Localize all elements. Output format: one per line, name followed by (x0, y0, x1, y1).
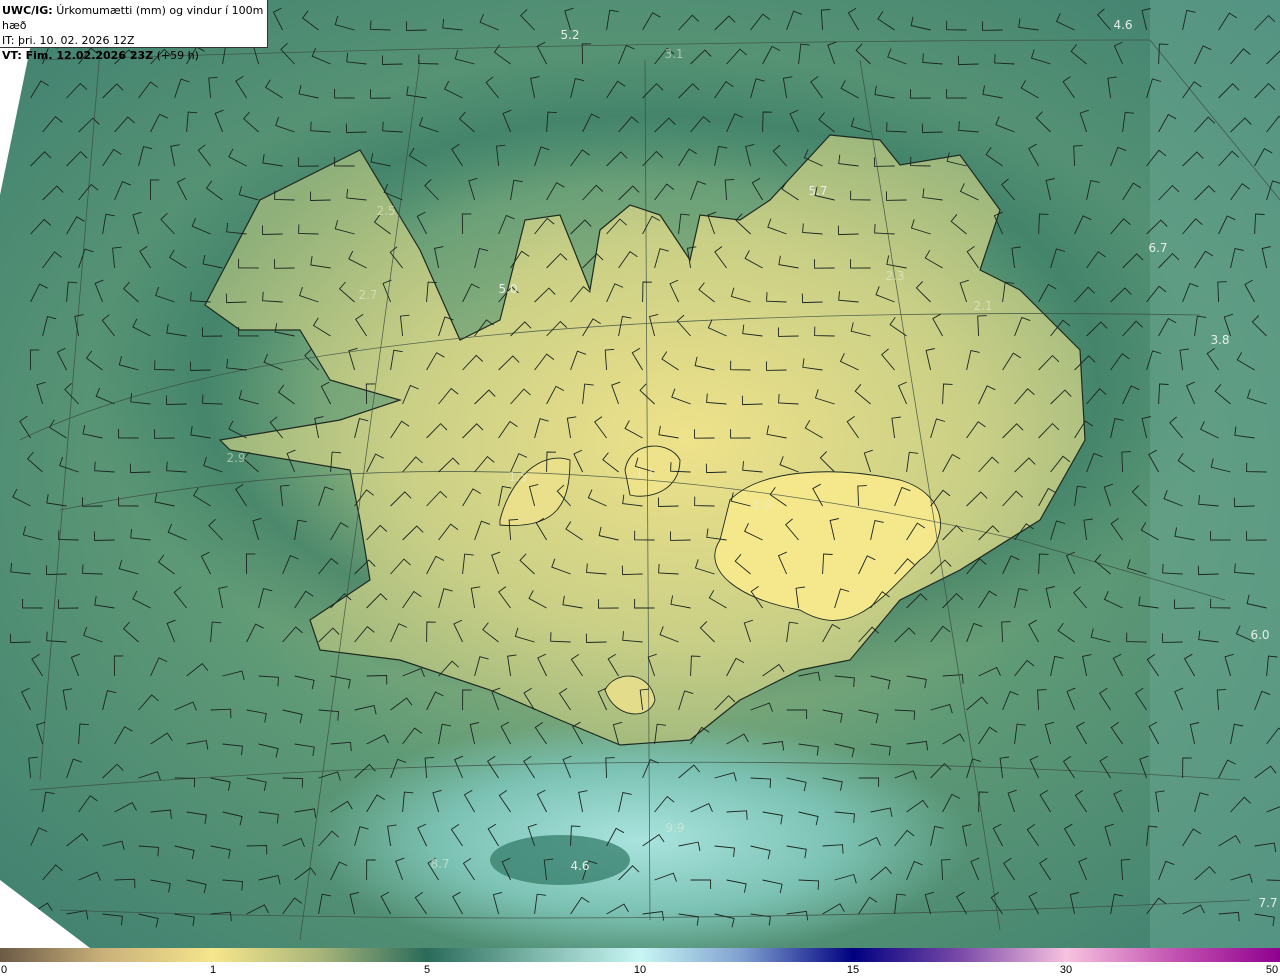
colorbar-tick: 5 (423, 964, 431, 976)
map-value-label: 1.5 (508, 470, 528, 484)
colorbar-tick: 0 (0, 964, 8, 976)
colorbar-tick: 30 (1059, 964, 1073, 976)
map-value-label: 4.6 (570, 859, 590, 873)
model-label: UWC/IG: (2, 4, 53, 17)
map-value-label: 2.9 (226, 451, 246, 465)
map-info-box: UWC/IG: Úrkomumætti (mm) og vindur í 100… (0, 0, 268, 62)
valid-time-line: VT: Fim. 12.02.2026 23Z (+59 h) (2, 48, 267, 63)
title-line: UWC/IG: Úrkomumætti (mm) og vindur í 100… (2, 3, 267, 33)
map-value-label: 5.0 (498, 282, 518, 296)
colorbar-tick: 50 (1265, 964, 1279, 976)
map-value-label: 9.9 (665, 821, 685, 835)
map-value-label: 1.0 (752, 498, 772, 512)
colorbar (0, 948, 1280, 962)
map-value-label: 7.7 (1258, 896, 1278, 910)
colorbar-tick: 1 (209, 964, 217, 976)
map-value-label: 2.3 (885, 269, 905, 283)
map-value-label: 2.7 (358, 288, 378, 302)
map-value-label: 3.8 (1210, 333, 1230, 347)
map-value-label: 4.6 (1113, 18, 1133, 32)
map-value-label: 3.1 (664, 47, 684, 61)
colorbar-tick: 10 (633, 964, 647, 976)
map-value-label: 2.5 (376, 204, 396, 218)
colorbar-labels: 0 1 5 10 15 30 50 (0, 962, 1280, 978)
init-time: IT: þri. 10. 02. 2026 12Z (2, 34, 135, 47)
valid-time: VT: Fim. 12.02.2026 23Z (2, 49, 154, 62)
map-value-label: 5.2 (560, 28, 580, 42)
map-value-label: 5.7 (808, 184, 828, 198)
lead-time: (+59 h) (156, 49, 199, 62)
map-value-label: 6.7 (1148, 241, 1168, 255)
map-value-label: 6.0 (1250, 628, 1270, 642)
map-value-label: 2.1 (973, 299, 993, 313)
map-value-label: 8.7 (430, 857, 450, 871)
colorbar-tick: 15 (846, 964, 860, 976)
map-value-label: 1.1 (635, 466, 655, 480)
